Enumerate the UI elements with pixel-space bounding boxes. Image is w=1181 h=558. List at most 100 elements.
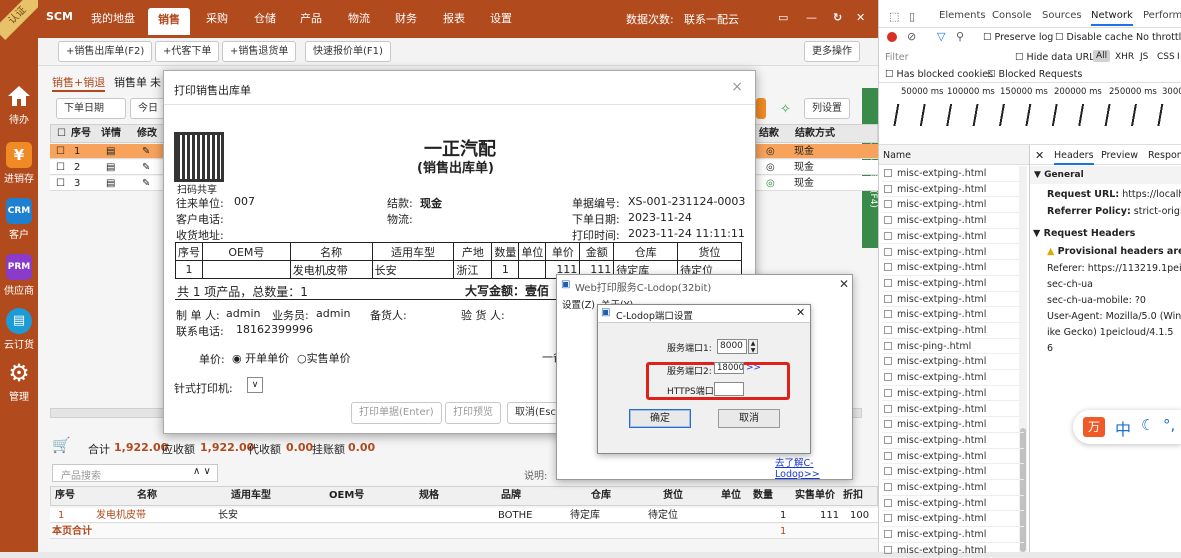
col-settle-method[interactable]: 结款方式 — [795, 125, 835, 142]
network-request-row[interactable]: misc-ping-.html — [882, 339, 1024, 355]
network-request-row[interactable]: misc-extping-.html — [882, 496, 1024, 512]
filter-icon[interactable]: ▽ — [937, 30, 945, 43]
col-brand[interactable]: 品牌 — [501, 487, 521, 504]
network-request-row[interactable]: misc-extping-.html — [882, 166, 1024, 182]
message-icon[interactable]: ▭ — [778, 11, 788, 24]
price-radio-actual[interactable]: ○实售单价 — [297, 350, 351, 366]
network-request-row[interactable]: misc-extping-.html — [882, 197, 1024, 214]
port-ok-button[interactable]: 确定 — [629, 409, 691, 428]
requests-name-header[interactable]: Name — [879, 145, 1029, 165]
col-qty[interactable]: 数量 — [753, 487, 773, 504]
tab-response[interactable]: Response — [1148, 150, 1181, 161]
nav-item-finance[interactable]: 财务 — [395, 10, 417, 26]
col-name[interactable]: 名称 — [137, 487, 157, 504]
tab-performance[interactable]: Performan — [1143, 10, 1181, 21]
close-detail-icon[interactable]: ✕ — [1035, 149, 1044, 162]
general-section-header[interactable]: ▼ General — [1030, 166, 1181, 184]
dot-matrix-printer-select[interactable]: ∨ — [247, 377, 263, 393]
tab-network[interactable]: Network — [1091, 10, 1133, 26]
network-request-row[interactable]: misc-extping-.html — [882, 449, 1024, 465]
detail-icon[interactable]: ▤ — [106, 144, 115, 159]
dialog-close-icon[interactable]: × — [731, 79, 743, 95]
tab-elements[interactable]: Elements — [939, 10, 986, 21]
port2-input[interactable]: 18000 — [714, 362, 744, 374]
search-button[interactable] — [756, 98, 766, 119]
filter-type-js[interactable]: JS — [1140, 52, 1148, 62]
col-seq[interactable]: 序号 — [71, 125, 91, 142]
print-preview-button[interactable]: 打印预览 — [445, 402, 501, 424]
menu-settings[interactable]: 设置(Z) — [562, 297, 595, 311]
network-request-row[interactable]: misc-extping-.html — [882, 433, 1024, 449]
learn-lodop-link[interactable]: 去了解C-Lodop>> — [775, 455, 852, 480]
network-request-row[interactable]: misc-extping-.html — [882, 543, 1024, 558]
table-row[interactable]: 1 发电机皮带 长安 BOTHE 待定库 待定位 1 111 100 — [50, 508, 878, 523]
has-blocked-cookies-checkbox[interactable]: ☐ Has blocked cookies — [885, 69, 993, 80]
tab-preview[interactable]: Preview — [1101, 150, 1138, 161]
sort-arrows-icon[interactable]: ∧ ∨ — [193, 466, 211, 477]
sidebar-item-cloud-order[interactable]: ▤ 云订货 — [0, 308, 38, 351]
tab-sales-and-returns[interactable]: 销售+销退 — [52, 74, 106, 92]
nav-item-my-space[interactable]: 我的地盘 — [91, 10, 135, 26]
network-request-row[interactable]: misc-extping-.html — [882, 511, 1024, 528]
minimize-icon[interactable]: — — [806, 11, 817, 24]
order-for-customer-button[interactable]: +代客下单 — [155, 41, 220, 62]
network-request-row[interactable]: misc-extping-.html — [882, 260, 1024, 276]
tab-headers[interactable]: Headers — [1054, 150, 1094, 165]
col-settle[interactable]: 结款 — [759, 125, 779, 142]
close-icon[interactable]: ✕ — [856, 11, 865, 24]
today-button[interactable]: 今日 — [130, 98, 166, 119]
filter-type-css[interactable]: CSS — [1157, 52, 1175, 62]
network-request-row[interactable]: misc-extping-.html — [882, 464, 1024, 480]
network-request-row[interactable]: misc-extping-.html — [882, 386, 1024, 402]
quick-quote-button[interactable]: 快速报价单(F1) — [305, 41, 391, 62]
network-request-row[interactable]: misc-extping-.html — [882, 402, 1024, 418]
new-sales-outbound-button[interactable]: +销售出库单(F2) — [58, 41, 153, 62]
sidebar-item-inventory[interactable]: ¥ 进销存 — [0, 142, 38, 185]
port-dialog-close-icon[interactable]: ✕ — [796, 306, 805, 319]
device-toolbar-icon[interactable]: ▯ — [909, 10, 915, 23]
filter-type-img[interactable]: I — [1177, 52, 1180, 62]
port-cancel-button[interactable]: 取消 — [718, 409, 780, 428]
network-request-row[interactable]: misc-extping-.html — [882, 213, 1024, 229]
network-filter-input[interactable]: Filter — [883, 49, 1007, 65]
network-request-row[interactable]: misc-extping-.html — [882, 307, 1024, 323]
ime-toolbar[interactable]: 万 中 ☾ °, — [1073, 410, 1181, 444]
preserve-log-checkbox[interactable]: ☐ Preserve log — [983, 32, 1053, 43]
col-warehouse[interactable]: 仓库 — [591, 487, 611, 504]
search-icon[interactable]: ⚲ — [956, 30, 964, 43]
ime-chinese-mode[interactable]: 中 — [1115, 416, 1131, 440]
sidebar-item-crm[interactable]: CRM 客户 — [0, 198, 38, 241]
port1-input[interactable]: 8000 — [717, 339, 747, 354]
network-request-row[interactable]: misc-extping-.html — [882, 245, 1024, 261]
lodop-close-icon[interactable]: ✕ — [839, 277, 849, 291]
print-document-button[interactable]: 打印单据(Enter) — [351, 402, 442, 424]
network-request-row[interactable]: misc-extping-.html — [882, 480, 1024, 496]
network-request-row[interactable]: misc-extping-.html — [882, 276, 1024, 292]
sidebar-item-supplier[interactable]: PRM 供应商 — [0, 254, 38, 297]
nav-item-logistics[interactable]: 物流 — [348, 10, 370, 26]
export-icon[interactable]: ✧ — [780, 102, 791, 117]
network-request-row[interactable]: misc-extping-.html — [882, 182, 1024, 198]
throttling-select[interactable]: No throttlin — [1136, 32, 1181, 43]
col-detail[interactable]: 详情 — [101, 125, 121, 142]
more-actions-button[interactable]: 更多操作 — [804, 41, 860, 62]
network-request-row[interactable]: misc-extping-.html — [882, 370, 1024, 386]
network-request-row[interactable]: misc-extping-.html — [882, 229, 1024, 245]
tab-sales-orders[interactable]: 销售单 — [114, 74, 147, 90]
checkbox-header[interactable]: ☐ — [57, 125, 66, 142]
network-request-row[interactable]: misc-extping-.html — [882, 323, 1024, 339]
filter-type-xhr[interactable]: XHR — [1115, 52, 1134, 62]
record-icon[interactable] — [887, 32, 897, 42]
disable-cache-checkbox[interactable]: ☐ Disable cache — [1055, 32, 1133, 43]
col-seq[interactable]: 序号 — [55, 487, 75, 504]
nav-item-storage[interactable]: 仓储 — [254, 10, 276, 26]
col-spec[interactable]: 规格 — [419, 487, 439, 504]
ime-moon-icon[interactable]: ☾ — [1141, 416, 1154, 434]
col-discount[interactable]: 折扣 — [843, 487, 863, 504]
nav-item-settings[interactable]: 设置 — [490, 10, 512, 26]
hide-data-urls-checkbox[interactable]: ☐ Hide data URLs — [1015, 52, 1099, 63]
col-oem[interactable]: OEM号 — [329, 487, 364, 504]
nav-item-purchase[interactable]: 采购 — [206, 10, 228, 26]
sidebar-item-manage[interactable]: ⚙ 管理 — [0, 360, 38, 403]
col-unit[interactable]: 单位 — [721, 487, 741, 504]
